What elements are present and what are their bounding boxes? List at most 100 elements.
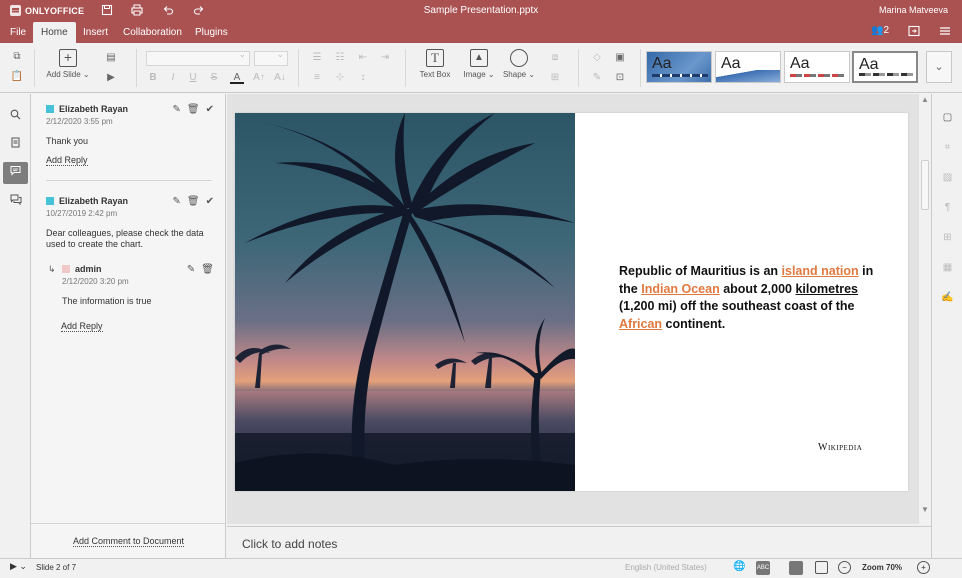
search-icon[interactable] xyxy=(3,106,28,128)
color-scheme-icon[interactable]: ▣ xyxy=(613,51,627,65)
delete-icon[interactable]: 🗑 xyxy=(187,196,200,207)
palm-sunset-image[interactable] xyxy=(235,113,575,491)
underline-button[interactable]: U xyxy=(186,71,200,85)
theme-blue[interactable]: Aa xyxy=(646,51,712,83)
decrease-font-icon[interactable]: A↓ xyxy=(273,71,287,85)
image-button[interactable]: ▲ Image ⌄ xyxy=(461,49,497,79)
strikethrough-button[interactable]: S xyxy=(207,71,221,85)
slide-settings-icon[interactable]: ▢ xyxy=(940,110,955,125)
font-color-button[interactable]: A xyxy=(230,71,244,84)
themes-more-button[interactable]: ⌄ xyxy=(926,51,952,83)
spellcheck-icon[interactable]: ABC xyxy=(756,561,770,575)
globe-icon[interactable]: 🌐 xyxy=(733,561,745,572)
chat-icon[interactable] xyxy=(3,191,28,213)
arrange-icon[interactable]: ⧈ xyxy=(548,51,562,65)
slide-canvas[interactable]: Republic of Mauritius is an island natio… xyxy=(235,113,908,491)
add-reply-link[interactable]: Add Reply xyxy=(61,321,103,332)
comment-text: Thank you xyxy=(46,136,89,146)
font-size-select[interactable] xyxy=(254,49,288,66)
delete-icon[interactable]: 🗑 xyxy=(187,104,200,115)
clear-style-icon[interactable]: ◇ xyxy=(590,51,604,65)
line-spacing-icon[interactable]: ↕ xyxy=(356,71,370,85)
tab-home[interactable]: Home xyxy=(33,22,76,43)
vertical-scrollbar[interactable]: ▲ ▼ xyxy=(919,94,931,524)
add-comment-to-document-area: Add Comment to Document xyxy=(31,523,226,558)
toolbar-divider xyxy=(34,49,35,87)
copy-icon[interactable]: ⧉ xyxy=(10,50,24,64)
shape-button[interactable]: Shape ⌄ xyxy=(500,49,538,79)
italic-button[interactable]: I xyxy=(166,71,180,85)
align-shape-icon[interactable]: ⊞ xyxy=(548,71,562,85)
tab-collaboration[interactable]: Collaboration xyxy=(115,22,190,43)
users-button[interactable]: 👥2 xyxy=(871,25,889,36)
scroll-down-arrow-icon[interactable]: ▼ xyxy=(919,505,931,514)
add-reply-link[interactable]: Add Reply xyxy=(46,155,88,166)
author-color-swatch xyxy=(62,265,70,273)
add-comment-to-document-link[interactable]: Add Comment to Document xyxy=(72,536,185,547)
tab-insert[interactable]: Insert xyxy=(75,22,116,43)
hamburger-menu-icon[interactable] xyxy=(939,25,951,40)
font-name-select[interactable] xyxy=(146,49,250,66)
slides-thumbnails-icon[interactable] xyxy=(3,134,28,156)
signature-settings-icon[interactable]: ✍ xyxy=(940,290,955,305)
indian-ocean-link[interactable]: Indian Ocean xyxy=(641,282,720,296)
chart-settings-icon[interactable]: ▦ xyxy=(940,260,955,275)
status-bar: ▶ ⌄ Slide 2 of 7 English (United States)… xyxy=(0,558,962,578)
bold-button[interactable]: B xyxy=(146,71,160,85)
slide-editor-area[interactable]: Republic of Mauritius is an island natio… xyxy=(227,94,931,524)
scroll-up-arrow-icon[interactable]: ▲ xyxy=(919,95,931,104)
start-slideshow-icon[interactable]: ▶ ⌄ xyxy=(10,561,27,572)
numbering-icon[interactable]: ☷ xyxy=(333,51,347,65)
paste-icon[interactable]: 📋 xyxy=(10,70,24,84)
toolbar-divider xyxy=(136,49,137,87)
notes-panel[interactable]: Click to add notes xyxy=(227,526,931,558)
resolve-check-icon[interactable]: ✔ xyxy=(206,196,214,207)
vertical-align-icon[interactable]: ⊹ xyxy=(333,71,347,85)
slide-text-box[interactable]: Republic of Mauritius is an island natio… xyxy=(619,263,879,333)
language-select[interactable]: English (United States) xyxy=(625,563,707,572)
users-icon: 👥 xyxy=(871,25,884,36)
theme-blank[interactable]: Aa xyxy=(852,51,918,83)
tab-file[interactable]: File xyxy=(2,22,34,43)
slide-size-icon[interactable]: ⊡ xyxy=(613,71,627,85)
african-link[interactable]: African xyxy=(619,317,662,331)
tab-plugins[interactable]: Plugins xyxy=(187,22,236,43)
left-sidebar xyxy=(0,94,31,558)
edit-icon[interactable]: ✎ xyxy=(173,104,181,115)
add-slide-button[interactable]: + Add Slide ⌄ xyxy=(45,49,91,79)
table-settings-icon[interactable]: ⊞ xyxy=(940,230,955,245)
edit-icon[interactable]: ✎ xyxy=(173,196,181,207)
zoom-in-icon[interactable]: + xyxy=(917,561,930,574)
copy-style-icon[interactable]: ✎ xyxy=(590,71,604,85)
delete-icon[interactable]: 🗑 xyxy=(201,264,214,275)
shape-settings-icon[interactable]: ⌗ xyxy=(940,140,955,155)
paragraph-settings-icon[interactable]: ¶ xyxy=(940,200,955,215)
zoom-out-icon[interactable]: − xyxy=(838,561,851,574)
shape-icon xyxy=(510,49,528,67)
slideshow-icon[interactable]: ▶ xyxy=(104,71,118,85)
open-location-icon[interactable] xyxy=(908,25,920,40)
slide-layout-icon[interactable]: ▤ xyxy=(104,51,118,65)
align-icon[interactable]: ≡ xyxy=(310,71,324,85)
bullets-icon[interactable]: ☰ xyxy=(310,51,324,65)
text-box-button[interactable]: T Text Box xyxy=(416,49,454,79)
image-settings-icon[interactable]: ▨ xyxy=(940,170,955,185)
theme-label: Aa xyxy=(790,55,810,72)
island-nation-link[interactable]: island nation xyxy=(782,264,859,278)
notes-placeholder[interactable]: Click to add notes xyxy=(242,537,337,551)
decrease-indent-icon[interactable]: ⇤ xyxy=(356,51,370,65)
theme-wave[interactable]: Aa xyxy=(715,51,781,83)
kilometres-link[interactable]: kilometres xyxy=(795,282,858,296)
increase-font-icon[interactable]: A↑ xyxy=(252,71,266,85)
increase-indent-icon[interactable]: ⇥ xyxy=(378,51,392,65)
chevron-down-icon: ⌄ xyxy=(934,61,944,73)
resolve-check-icon[interactable]: ✔ xyxy=(206,104,214,115)
theme-gray[interactable]: Aa xyxy=(784,51,850,83)
comments-panel-button[interactable] xyxy=(3,162,28,184)
document-title: Sample Presentation.pptx xyxy=(423,5,539,16)
edit-icon[interactable]: ✎ xyxy=(187,264,195,275)
scrollbar-thumb[interactable] xyxy=(921,160,929,210)
fit-width-icon[interactable] xyxy=(815,561,828,574)
comments-panel: Elizabeth Rayan ✎ 🗑 ✔ 2/12/2020 3:55 pm … xyxy=(31,94,226,558)
fit-slide-icon[interactable] xyxy=(789,561,803,575)
